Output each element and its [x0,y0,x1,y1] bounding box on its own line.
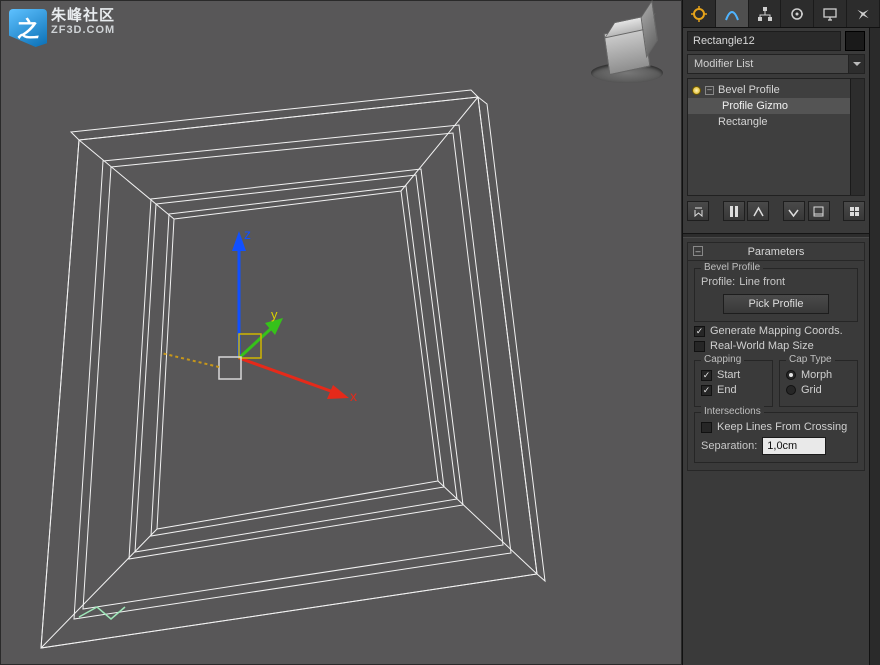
stack-item-profile-gizmo[interactable]: Profile Gizmo [688,98,864,114]
command-panel: Modifier List – Bevel Profile Profile Gi… [682,0,880,665]
tab-utilities[interactable] [847,0,880,27]
stack-button-row [687,201,865,221]
radio-morph[interactable]: Morph [786,369,851,381]
show-end-result-button[interactable] [723,201,745,221]
profile-label: Profile: [701,276,735,288]
separation-spinner[interactable] [762,437,826,455]
configure-sets-button[interactable] [808,201,830,221]
watermark: 之 朱峰社区 ZF3D.COM [9,9,115,47]
chk-real-world[interactable]: Real-World Map Size [694,340,858,352]
chk-cap-end[interactable]: End [701,384,766,396]
watermark-title: 朱峰社区 [51,9,115,23]
object-color-swatch[interactable] [845,31,865,51]
radio-label: Morph [801,369,832,381]
stack-item-label: Bevel Profile [718,84,780,96]
chk-label: End [717,384,737,396]
group-title: Intersections [701,406,764,417]
axis-x-label: x [350,388,357,404]
stack-scrollbar[interactable] [850,79,864,195]
chk-cap-start[interactable]: Start [701,369,766,381]
viewport[interactable]: 之 朱峰社区 ZF3D.COM [0,0,682,665]
checkbox-icon [701,370,712,381]
panel-tabs [683,0,880,28]
stack-item-label: Rectangle [718,116,768,128]
rollout-parameters: – Parameters Bevel Profile Profile: Line… [687,242,865,471]
modifier-sets-button[interactable] [843,201,865,221]
axis-z-label: z [244,226,251,242]
group-capping: Capping Start End [694,360,773,407]
chk-keep-lines[interactable]: Keep Lines From Crossing [701,421,851,433]
group-title: Capping [701,354,744,365]
chk-label: Keep Lines From Crossing [717,421,847,433]
collapse-icon[interactable]: – [705,86,714,95]
group-bevel-profile: Bevel Profile Profile: Line front Pick P… [694,268,858,322]
radio-grid[interactable]: Grid [786,384,851,396]
group-title: Bevel Profile [701,262,763,273]
group-intersections: Intersections Keep Lines From Crossing S… [694,412,858,463]
pin-stack-button[interactable] [687,201,709,221]
make-unique-button[interactable] [747,201,769,221]
group-cap-type: Cap Type Morph Grid [779,360,858,407]
chk-label: Generate Mapping Coords. [710,325,843,337]
radio-label: Grid [801,384,822,396]
chk-generate-mapping[interactable]: Generate Mapping Coords. [694,325,858,337]
modifier-list-label: Modifier List [694,58,753,70]
group-title: Cap Type [786,354,835,365]
remove-modifier-button[interactable] [783,201,805,221]
tab-display[interactable] [814,0,847,27]
chevron-down-icon [848,55,864,73]
checkbox-icon [701,422,712,433]
stack-item-label: Profile Gizmo [722,100,788,112]
panel-divider [683,233,869,238]
site-logo-icon: 之 [9,9,47,47]
watermark-subtitle: ZF3D.COM [51,23,115,37]
object-name-input[interactable] [687,31,841,51]
radio-icon [786,370,796,380]
tab-hierarchy[interactable] [749,0,782,27]
stack-item-rectangle[interactable]: Rectangle [688,114,864,130]
panel-scroll-gutter[interactable] [869,28,880,665]
modifier-stack[interactable]: – Bevel Profile Profile Gizmo Rectangle [687,78,865,196]
rollout-title: Parameters [748,246,805,258]
rollout-header[interactable]: – Parameters [688,243,864,260]
pick-profile-button[interactable]: Pick Profile [723,294,829,314]
axis-y-label: y [271,307,278,322]
stack-item-bevel-profile[interactable]: – Bevel Profile [688,82,864,98]
tab-modify[interactable] [716,0,749,27]
viewcube-cube-icon[interactable] [603,25,650,75]
separation-input[interactable] [763,438,880,454]
checkbox-icon [701,385,712,396]
radio-icon [786,385,796,395]
wireframe-object[interactable]: z y x [1,1,681,665]
checkbox-icon [694,341,705,352]
modifier-list-dropdown[interactable]: Modifier List [687,54,865,74]
separation-label: Separation: [701,440,757,452]
chk-label: Start [717,369,740,381]
minus-icon: – [693,246,703,256]
tab-motion[interactable] [781,0,814,27]
viewcube[interactable] [591,29,663,83]
chk-label: Real-World Map Size [710,340,814,352]
tab-create[interactable] [683,0,716,27]
checkbox-icon [694,326,705,337]
lightbulb-icon[interactable] [692,86,701,95]
profile-value: Line front [739,276,785,288]
